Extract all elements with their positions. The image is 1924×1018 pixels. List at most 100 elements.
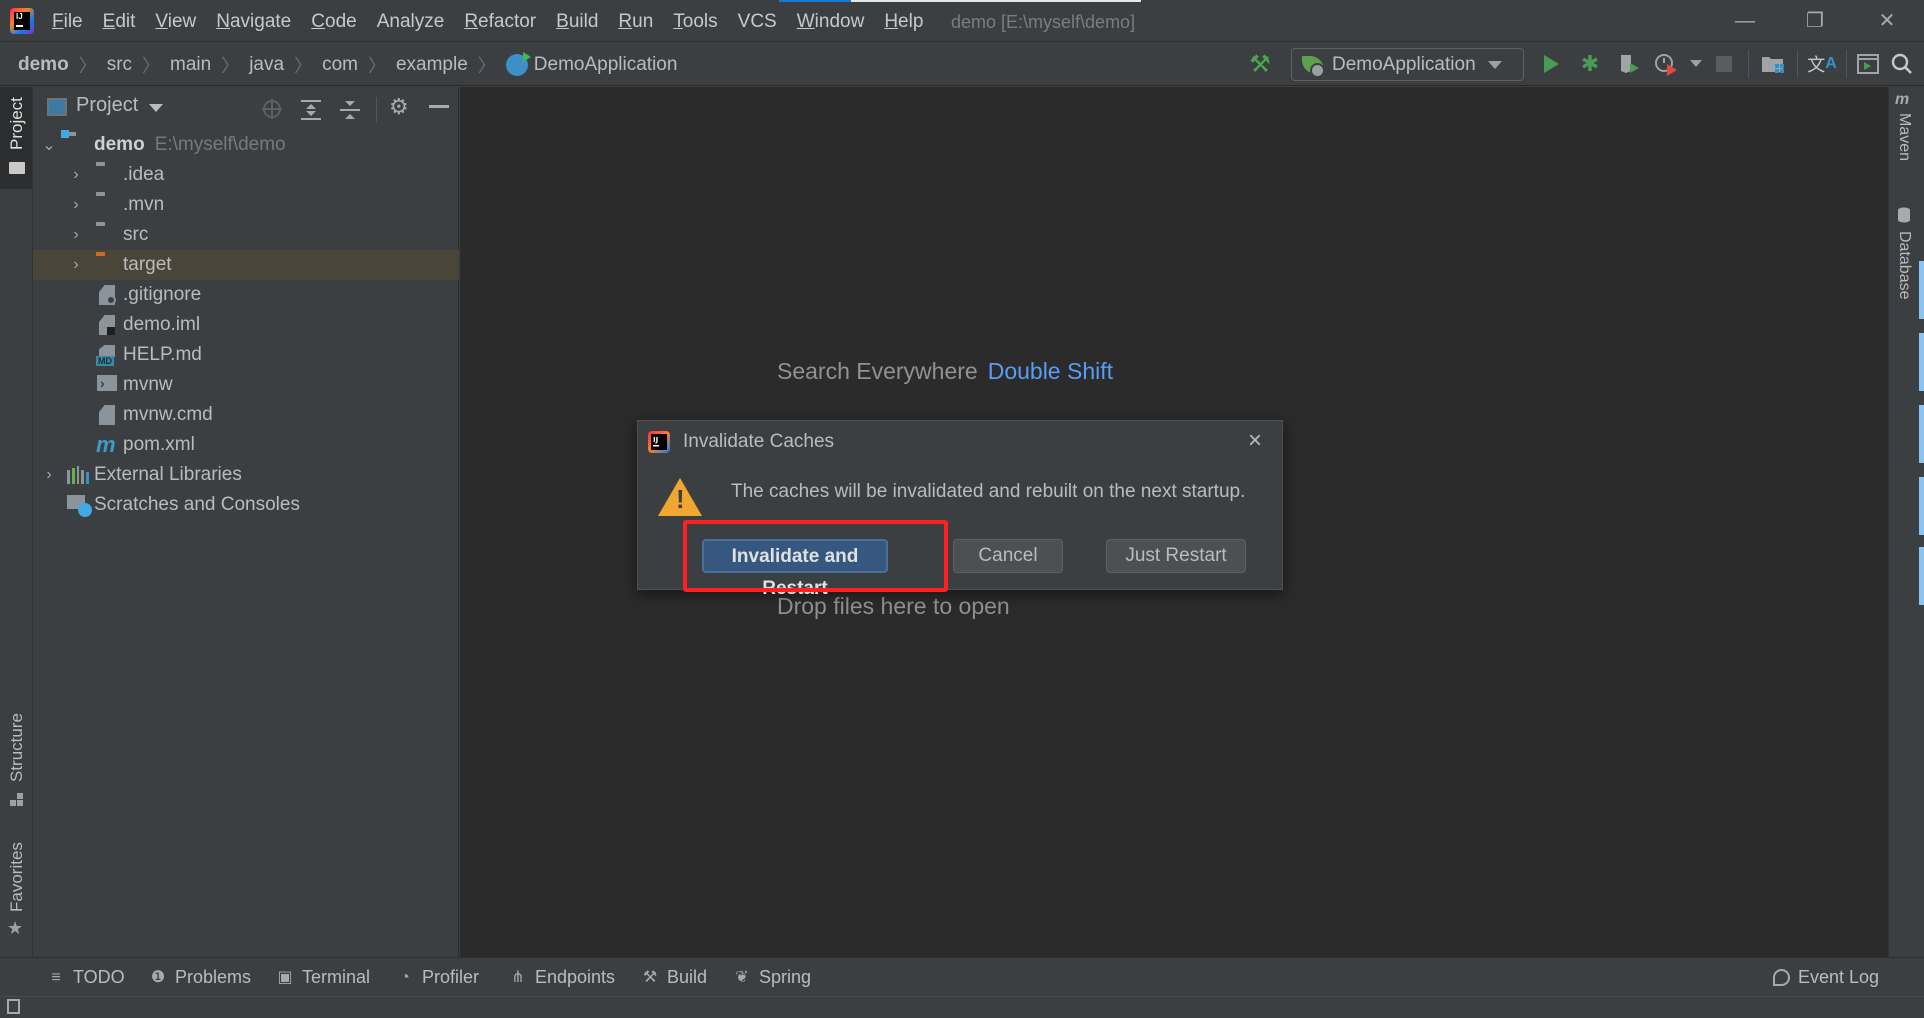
tool-tab-label: Database	[1896, 231, 1913, 300]
chevron-right-icon[interactable]: ›	[68, 256, 84, 274]
chevron-right-icon[interactable]: ›	[68, 166, 84, 184]
breadcrumb-item[interactable]: example	[396, 54, 468, 76]
just-restart-button[interactable]: Just Restart	[1106, 539, 1246, 573]
scrollbar-markers	[1918, 87, 1924, 957]
menu-mnemonic: V	[155, 11, 168, 32]
menu-label: avigate	[229, 11, 292, 32]
translate-icon[interactable]: 文A	[1807, 50, 1837, 78]
tree-row-pom-xml[interactable]: m pom.xml	[33, 430, 459, 460]
menu-tools[interactable]: Tools	[673, 9, 725, 35]
shell-script-icon: ›	[96, 375, 118, 395]
tool-tab-database[interactable]: Database	[1889, 207, 1919, 317]
tool-tab-todo[interactable]: ≡ TODO	[47, 967, 124, 988]
toolbar-separator	[1748, 50, 1749, 78]
toggle-tool-windows-icon[interactable]	[7, 999, 20, 1014]
tree-row-mvn[interactable]: › .mvn	[33, 190, 459, 220]
menu-file[interactable]: File	[52, 9, 91, 35]
restore-button[interactable]: ❐	[1803, 10, 1827, 34]
chevron-down-icon[interactable]	[149, 104, 163, 112]
profiler-icon[interactable]	[1652, 50, 1680, 78]
tool-tab-event-log[interactable]: Event Log	[1773, 967, 1879, 988]
breadcrumb-item[interactable]: demo	[18, 54, 69, 76]
menu-view[interactable]: View	[155, 9, 204, 35]
project-tree: ⌄ demo E:\myself\demo › .idea › .mvn › s…	[33, 130, 459, 520]
profiler-dropdown-chevron-icon[interactable]	[1682, 50, 1710, 78]
minimize-button[interactable]: —	[1733, 10, 1757, 34]
breadcrumb-item[interactable]: main	[170, 54, 211, 76]
tree-row-gitignore[interactable]: .gitignore	[33, 280, 459, 310]
run-anything-icon[interactable]	[1854, 50, 1882, 78]
menu-navigate[interactable]: Navigate	[216, 9, 299, 35]
menu-run[interactable]: Run	[618, 9, 661, 35]
menu-build[interactable]: Build	[556, 9, 606, 35]
menu-edit[interactable]: Edit	[103, 9, 144, 35]
profiler-icon: ◔	[400, 968, 410, 986]
hint-shortcut: Double Shift	[987, 358, 1114, 384]
search-icon[interactable]	[1888, 50, 1916, 78]
menu-refactor[interactable]: Refactor	[464, 9, 544, 35]
project-structure-icon[interactable]	[1759, 50, 1787, 78]
gear-icon[interactable]: ⚙	[389, 96, 409, 118]
tree-row-scratches[interactable]: Scratches and Consoles	[33, 490, 459, 520]
tool-tab-terminal[interactable]: ▣ Terminal	[276, 967, 370, 988]
menu-mnemonic: E	[102, 11, 116, 32]
run-icon[interactable]	[1537, 50, 1565, 78]
menu-mnemonic: W	[796, 11, 815, 32]
chevron-right-icon[interactable]: ›	[68, 196, 84, 214]
menu-analyze[interactable]: Analyze	[377, 9, 453, 35]
menu-help[interactable]: Help	[884, 9, 931, 35]
project-view-selector[interactable]: Project	[76, 94, 138, 117]
window-title: demo [E:\myself\demo]	[951, 12, 1136, 32]
breadcrumb-item[interactable]: DemoApplication	[534, 54, 678, 76]
tool-tab-endpoints[interactable]: ⋔ Endpoints	[509, 967, 615, 988]
breadcrumb-item[interactable]: com	[322, 54, 358, 76]
tool-tab-structure[interactable]: Structure	[0, 699, 32, 809]
breadcrumb-item[interactable]: src	[107, 54, 132, 76]
locate-file-icon[interactable]	[262, 99, 282, 125]
chevron-right-icon[interactable]: ›	[41, 466, 57, 484]
change-marker[interactable]	[1919, 333, 1924, 391]
menu-window[interactable]: Window	[797, 9, 873, 35]
close-icon[interactable]: ×	[1248, 429, 1262, 453]
debug-icon[interactable]: ✱	[1576, 50, 1604, 78]
change-marker[interactable]	[1919, 547, 1924, 605]
breadcrumb-item[interactable]: java	[249, 54, 284, 76]
expand-all-icon[interactable]	[301, 99, 321, 127]
change-marker[interactable]	[1919, 477, 1924, 535]
tree-row-mvnw-cmd[interactable]: mvnw.cmd	[33, 400, 459, 430]
tree-row-help-md[interactable]: MD HELP.md	[33, 340, 459, 370]
tree-row-idea[interactable]: › .idea	[33, 160, 459, 190]
tool-tab-profiler[interactable]: ◔ Profiler	[396, 967, 479, 988]
tool-tab-spring[interactable]: ❦ Spring	[733, 967, 811, 988]
chevron-down-icon[interactable]: ⌄	[41, 135, 57, 155]
tool-tab-project[interactable]: Project	[0, 87, 32, 189]
tool-tab-label: Structure	[7, 713, 26, 782]
change-marker[interactable]	[1919, 405, 1924, 463]
tool-tab-label: Spring	[759, 967, 812, 987]
change-marker[interactable]	[1919, 261, 1924, 319]
tool-tab-build[interactable]: ⚒ Build	[641, 967, 707, 988]
libraries-icon	[67, 466, 89, 484]
tree-label: .mvn	[123, 194, 165, 215]
menu-code[interactable]: Code	[311, 9, 364, 35]
tree-row-src[interactable]: › src	[33, 220, 459, 250]
build-hammer-icon[interactable]: ⚒	[1246, 50, 1274, 78]
tree-row-mvnw[interactable]: › mvnw	[33, 370, 459, 400]
tool-tab-problems[interactable]: ❶ Problems	[149, 967, 251, 988]
tool-tab-favorites[interactable]: Favorites ★	[0, 832, 32, 942]
tool-tab-maven[interactable]: m Maven	[1889, 87, 1919, 177]
collapse-all-icon[interactable]	[340, 99, 360, 127]
tree-row-target[interactable]: › target	[33, 250, 459, 280]
menu-label: ile	[63, 11, 83, 32]
close-window-button[interactable]: ✕	[1875, 10, 1899, 34]
chevron-right-icon[interactable]: ›	[68, 226, 84, 244]
stop-icon[interactable]	[1710, 50, 1738, 78]
cancel-button[interactable]: Cancel	[953, 539, 1063, 573]
coverage-icon[interactable]	[1615, 50, 1643, 78]
tree-row-external-libraries[interactable]: › External Libraries	[33, 460, 459, 490]
tree-row-demo-iml[interactable]: demo.iml	[33, 310, 459, 340]
run-configuration-select[interactable]: DemoApplication	[1291, 48, 1524, 81]
menu-vcs[interactable]: VCS	[738, 9, 785, 35]
hide-panel-icon[interactable]	[429, 105, 449, 108]
tree-row-demo[interactable]: ⌄ demo E:\myself\demo	[33, 130, 459, 160]
